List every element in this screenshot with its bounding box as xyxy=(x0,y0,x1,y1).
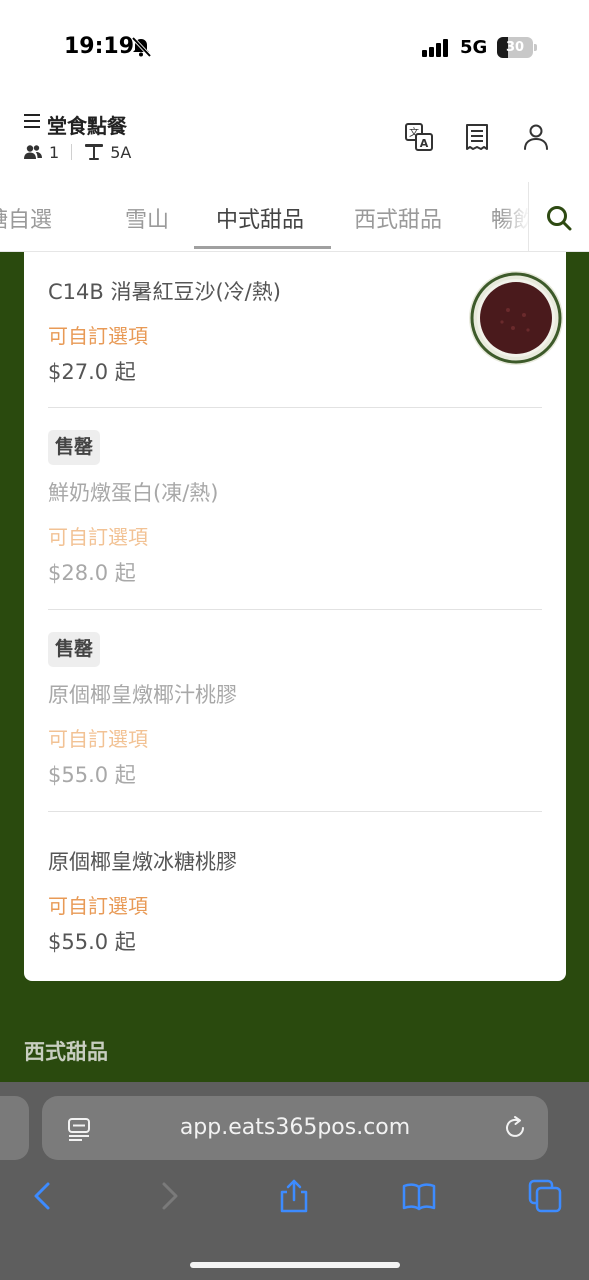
bookmarks-icon[interactable] xyxy=(401,1178,437,1214)
item-option-label: 可自訂選項 xyxy=(48,894,148,918)
status-bar: 19:19 5G 30 xyxy=(0,0,589,96)
previous-tab-peek[interactable] xyxy=(0,1096,29,1160)
item-option-label: 可自訂選項 xyxy=(48,324,148,348)
item-price: $55.0 起 xyxy=(48,763,136,787)
user-icon[interactable] xyxy=(521,122,551,152)
svg-text:A: A xyxy=(420,137,429,150)
tab-western-dessert[interactable]: 西式甜品 xyxy=(354,202,442,234)
network-type: 5G xyxy=(460,37,488,58)
status-time: 19:19 xyxy=(64,34,135,59)
menu-item[interactable]: C14B 消暑紅豆沙(冷/熱) 可自訂選項 $27.0 起 xyxy=(48,252,563,407)
meta-divider xyxy=(71,144,73,160)
item-name: 原個椰皇燉椰汁桃膠 xyxy=(48,683,237,707)
translate-icon[interactable]: 文 A xyxy=(404,122,434,152)
item-name: C14B 消暑紅豆沙(冷/熱) xyxy=(48,280,281,304)
category-tabs: 糖自選 雪山 中式甜品 西式甜品 暢飲 xyxy=(0,182,589,252)
people-icon xyxy=(24,145,42,159)
sold-out-badge: 售罄 xyxy=(48,632,101,667)
home-indicator xyxy=(190,1262,400,1268)
share-icon[interactable] xyxy=(276,1178,312,1214)
menu-icon[interactable] xyxy=(24,114,40,128)
menu-item[interactable]: 原個椰皇燉冰糖桃膠 可自訂選項 $55.0 起 xyxy=(48,812,542,981)
item-price: $28.0 起 xyxy=(48,561,136,585)
table-icon xyxy=(85,144,104,160)
item-price: $27.0 起 xyxy=(48,360,136,384)
item-option-label: 可自訂選項 xyxy=(48,525,148,549)
cellular-signal-icon xyxy=(422,38,448,57)
receipt-icon[interactable] xyxy=(462,122,492,152)
forward-icon[interactable] xyxy=(152,1178,188,1214)
battery-percent: 30 xyxy=(505,40,525,55)
menu-item[interactable]: 售罄 鮮奶燉蛋白(凍/熱) 可自訂選項 $28.0 起 xyxy=(48,408,542,609)
menu-card: C14B 消暑紅豆沙(冷/熱) 可自訂選項 $27.0 起 售罄 鮮奶燉蛋白(凍… xyxy=(24,252,566,981)
menu-item[interactable]: 售罄 原個椰皇燉椰汁桃膠 可自訂選項 $55.0 起 xyxy=(48,610,542,811)
order-meta: 1 5A xyxy=(24,142,131,162)
active-tab-indicator xyxy=(194,246,331,249)
browser-toolbar: app.eats365pos.com xyxy=(0,1082,589,1280)
menu-content: C14B 消暑紅豆沙(冷/熱) 可自訂選項 $27.0 起 售罄 鮮奶燉蛋白(凍… xyxy=(0,252,589,1082)
address-bar[interactable]: app.eats365pos.com xyxy=(42,1096,548,1160)
bell-muted-icon xyxy=(131,36,152,58)
section-title-western-dessert: 西式甜品 xyxy=(24,1040,108,1064)
tab-snow-mountain[interactable]: 雪山 xyxy=(125,202,169,234)
tabs-icon[interactable] xyxy=(527,1178,563,1214)
sold-out-badge: 售罄 xyxy=(48,430,101,465)
app-header: 堂食點餐 1 5A 文 A xyxy=(0,96,589,182)
back-icon[interactable] xyxy=(24,1178,60,1214)
guest-count: 1 xyxy=(49,142,60,162)
item-price: $55.0 起 xyxy=(48,930,136,954)
red-bean-soup-image xyxy=(469,271,563,365)
tab-chinese-dessert[interactable]: 中式甜品 xyxy=(216,202,304,234)
battery-icon: 30 xyxy=(497,37,537,58)
item-name: 鮮奶燉蛋白(凍/熱) xyxy=(48,481,219,505)
item-option-label: 可自訂選項 xyxy=(48,727,148,751)
tab-sugar[interactable]: 糖自選 xyxy=(0,202,52,234)
reload-icon[interactable] xyxy=(502,1115,528,1141)
item-name: 原個椰皇燉冰糖桃膠 xyxy=(48,850,237,874)
page-title[interactable]: 堂食點餐 xyxy=(47,110,127,139)
table-number: 5A xyxy=(110,142,132,162)
search-button[interactable] xyxy=(528,182,589,251)
url-text[interactable]: app.eats365pos.com xyxy=(42,1096,548,1160)
search-icon xyxy=(547,206,572,231)
